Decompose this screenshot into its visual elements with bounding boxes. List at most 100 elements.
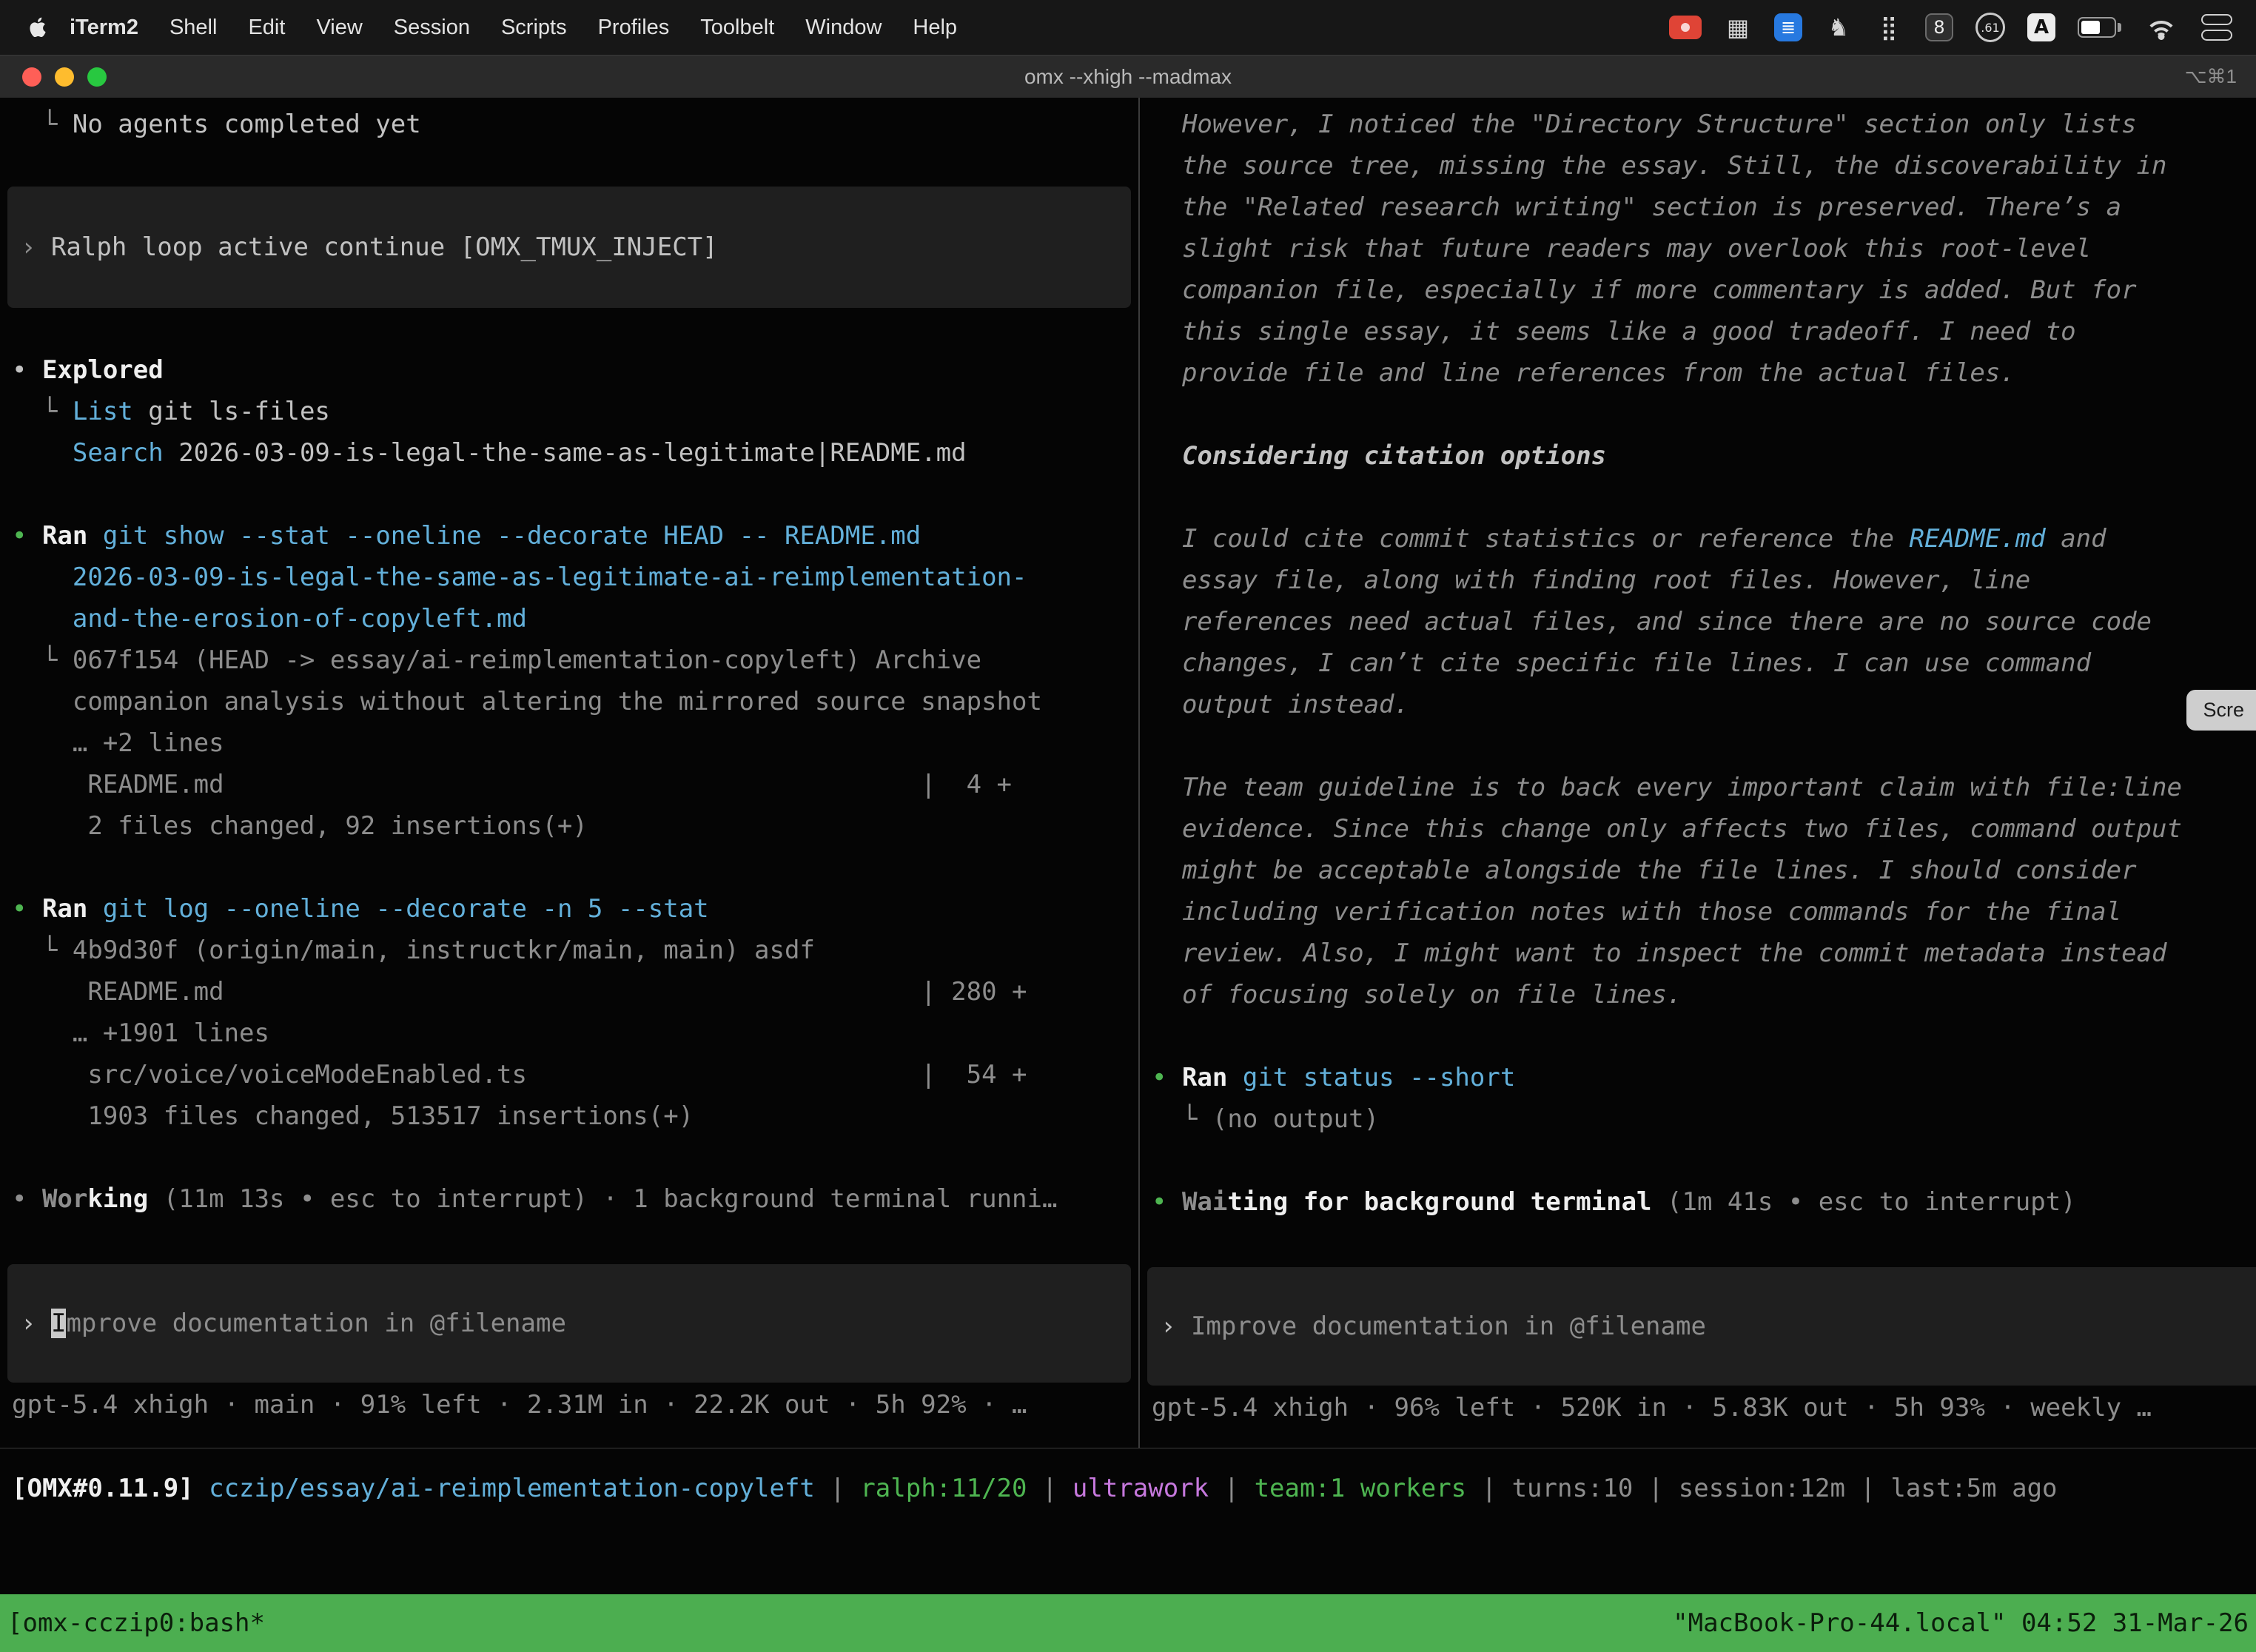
window-controls: [22, 67, 107, 87]
terminal-line: src/voice/voiceModeEnabled.ts | 54 +: [0, 1054, 1138, 1095]
menu-edit[interactable]: Edit: [248, 16, 285, 40]
record-badge: [1669, 16, 1702, 39]
blue-app-icon[interactable]: ≣: [1774, 10, 1802, 44]
terminal-line: review. Also, I might want to inspect th…: [1140, 933, 2256, 974]
terminal-line: 1903 files changed, 513517 insertions(+): [0, 1095, 1138, 1137]
menu-profiles[interactable]: Profiles: [598, 16, 670, 40]
prompt-input-right[interactable]: › Improve documentation in @filename: [1147, 1267, 2256, 1386]
menu-view[interactable]: View: [316, 16, 362, 40]
working-status: • Working (11m 13s • esc to interrupt) ·…: [0, 1178, 1138, 1220]
ralph-loop-banner-box: › Ralph loop active continue [OMX_TMUX_I…: [7, 187, 1131, 308]
window-title-bar[interactable]: omx --xhigh --madmax ⌥⌘1: [0, 55, 2256, 98]
gauge-icon[interactable]: .61: [1975, 10, 2005, 44]
terminal-line: evidence. Since this change only affects…: [1140, 808, 2256, 850]
terminal-line: 2 files changed, 92 insertions(+): [0, 805, 1138, 847]
menu-status-icons: ▦ ≣ ♞ ⣿ 8 .61 A: [1669, 10, 2232, 44]
battery-icon[interactable]: [2078, 10, 2121, 44]
prompt-text: mprove documentation in @filename: [66, 1309, 566, 1338]
screen-notification[interactable]: Scre: [2186, 690, 2256, 731]
tmux-session-window[interactable]: [omx-cczip0:bash*: [7, 1608, 265, 1638]
window-shortcut-badge: ⌥⌘1: [2185, 65, 2237, 88]
minimize-button[interactable]: [55, 67, 74, 87]
terminal-line: └ 067f154 (HEAD -> essay/ai-reimplementa…: [0, 639, 1138, 681]
spacer-line: [1140, 394, 2256, 435]
apple-logo-icon: [26, 13, 51, 42]
spacer-line: [0, 847, 1138, 888]
close-button[interactable]: [22, 67, 41, 87]
terminal-line: README.md | 280 +: [0, 971, 1138, 1013]
ran-git-log: • Ran git log --oneline --decorate -n 5 …: [0, 888, 1138, 930]
terminal-line: slight risk that future readers may over…: [1140, 228, 2256, 269]
input-source-letter: A: [2027, 13, 2055, 41]
spacer-line: [1140, 1015, 2256, 1057]
control-center-icon[interactable]: [2201, 10, 2232, 44]
left-terminal-pane[interactable]: └ No agents completed yet › Ralph loop a…: [0, 98, 1138, 1448]
right-pane-output: However, I noticed the "Directory Struct…: [1140, 104, 2256, 1223]
window-title: omx --xhigh --madmax: [1024, 65, 1232, 89]
menu-window[interactable]: Window: [805, 16, 882, 40]
terminal-line: └ 4b9d30f (origin/main, instructkr/main,…: [0, 930, 1138, 971]
terminal-line: including verification notes with those …: [1140, 891, 2256, 933]
menu-shell[interactable]: Shell: [169, 16, 218, 40]
menu-items: iTerm2 Shell Edit View Session Scripts Profile…: [70, 16, 957, 40]
input-source-icon[interactable]: A: [2027, 10, 2055, 44]
terminal-line: 2026-03-09-is-legal-the-same-as-legitima…: [0, 557, 1138, 598]
terminal-line: I could cite commit statistics or refere…: [1140, 518, 2256, 560]
ralph-loop-banner: › Ralph loop active continue [OMX_TMUX_I…: [7, 226, 1131, 268]
spacer-line: [0, 1137, 1138, 1178]
session-status-right: gpt-5.4 xhigh · 96% left · 520K in · 5.8…: [1140, 1387, 2256, 1428]
terminal-line: might be acceptable alongside the file l…: [1140, 850, 2256, 891]
terminal-line: … +1901 lines: [0, 1013, 1138, 1054]
screen: iTerm2 Shell Edit View Session Scripts Profile…: [0, 0, 2256, 1652]
zoom-button[interactable]: [87, 67, 107, 87]
left-pane-output: └ No agents completed yet › Ralph loop a…: [0, 104, 1138, 1220]
terminal-line: of focusing solely on file lines.: [1140, 974, 2256, 1015]
spacer-line: [1140, 477, 2256, 518]
spacer-line: [0, 308, 1138, 349]
window-manager-icon[interactable]: ▦: [1724, 10, 1752, 44]
prompt-chevron: ›: [1161, 1312, 1191, 1341]
menu-iterm2[interactable]: iTerm2: [70, 16, 138, 40]
menu-bar: iTerm2 Shell Edit View Session Scripts Profile…: [0, 0, 2256, 55]
terminal-line: companion analysis without altering the …: [0, 681, 1138, 722]
terminal-line: └ List git ls-files: [0, 391, 1138, 432]
tmux-status-bar: [omx-cczip0:bash* "MacBook-Pro-44.local"…: [0, 1594, 2256, 1652]
ran-git-status: • Ran git status --short: [1140, 1057, 2256, 1098]
ran-git-show: • Ran git show --stat --oneline --decora…: [0, 515, 1138, 557]
terminal-line: └ (no output): [1140, 1098, 2256, 1140]
terminal-line: changes, I can’t cite specific file line…: [1140, 642, 2256, 684]
terminal-line: essay file, along with finding root file…: [1140, 560, 2256, 601]
menu-toolbelt[interactable]: Toolbelt: [700, 16, 774, 40]
omx-status-bar: [OMX#0.11.9] cczip/essay/ai-reimplementa…: [0, 1448, 2256, 1509]
gauge-value: .61: [1975, 13, 2005, 42]
menu-session[interactable]: Session: [394, 16, 470, 40]
terminal-line: references need actual files, and since …: [1140, 601, 2256, 642]
terminal-panes: └ No agents completed yet › Ralph loop a…: [0, 98, 2256, 1448]
tmux-host-time: "MacBook-Pro-44.local" 04:52 31-Mar-26: [1673, 1608, 2249, 1638]
wifi-icon[interactable]: [2143, 10, 2179, 44]
terminal-line: provide file and line references from th…: [1140, 352, 2256, 394]
right-terminal-pane[interactable]: However, I noticed the "Directory Struct…: [1140, 98, 2256, 1448]
terminal-line: the source tree, missing the essay. Stil…: [1140, 145, 2256, 187]
spacer-line: [0, 145, 1138, 187]
terminal-line: companion file, especially if more comme…: [1140, 269, 2256, 311]
explored-header: • Explored: [0, 349, 1138, 391]
screen-recording-indicator-icon[interactable]: [1669, 10, 1702, 44]
text-cursor: I: [51, 1309, 66, 1338]
menu-help[interactable]: Help: [913, 16, 957, 40]
chess-knight-icon[interactable]: ♞: [1824, 10, 1853, 44]
terminal-line: this single essay, it seems like a good …: [1140, 311, 2256, 352]
spacer-line: [1140, 725, 2256, 767]
waiting-status: • Waiting for background terminal (1m 41…: [1140, 1181, 2256, 1223]
keyboard-layer-icon[interactable]: 8: [1925, 10, 1953, 44]
app-grid-icon[interactable]: ⣿: [1875, 10, 1903, 44]
terminal-line: and-the-erosion-of-copyleft.md: [0, 598, 1138, 639]
terminal-line: └ No agents completed yet: [0, 104, 1138, 145]
apple-menu-icon[interactable]: [24, 13, 53, 42]
menu-scripts[interactable]: Scripts: [501, 16, 567, 40]
session-status-left: gpt-5.4 xhigh · main · 91% left · 2.31M …: [0, 1384, 1138, 1426]
terminal-line: output instead.: [1140, 684, 2256, 725]
prompt-text: Improve documentation in @filename: [1191, 1312, 1706, 1341]
prompt-input-left[interactable]: › Improve documentation in @filename: [7, 1264, 1131, 1383]
terminal-line: Search 2026-03-09-is-legal-the-same-as-l…: [0, 432, 1138, 474]
